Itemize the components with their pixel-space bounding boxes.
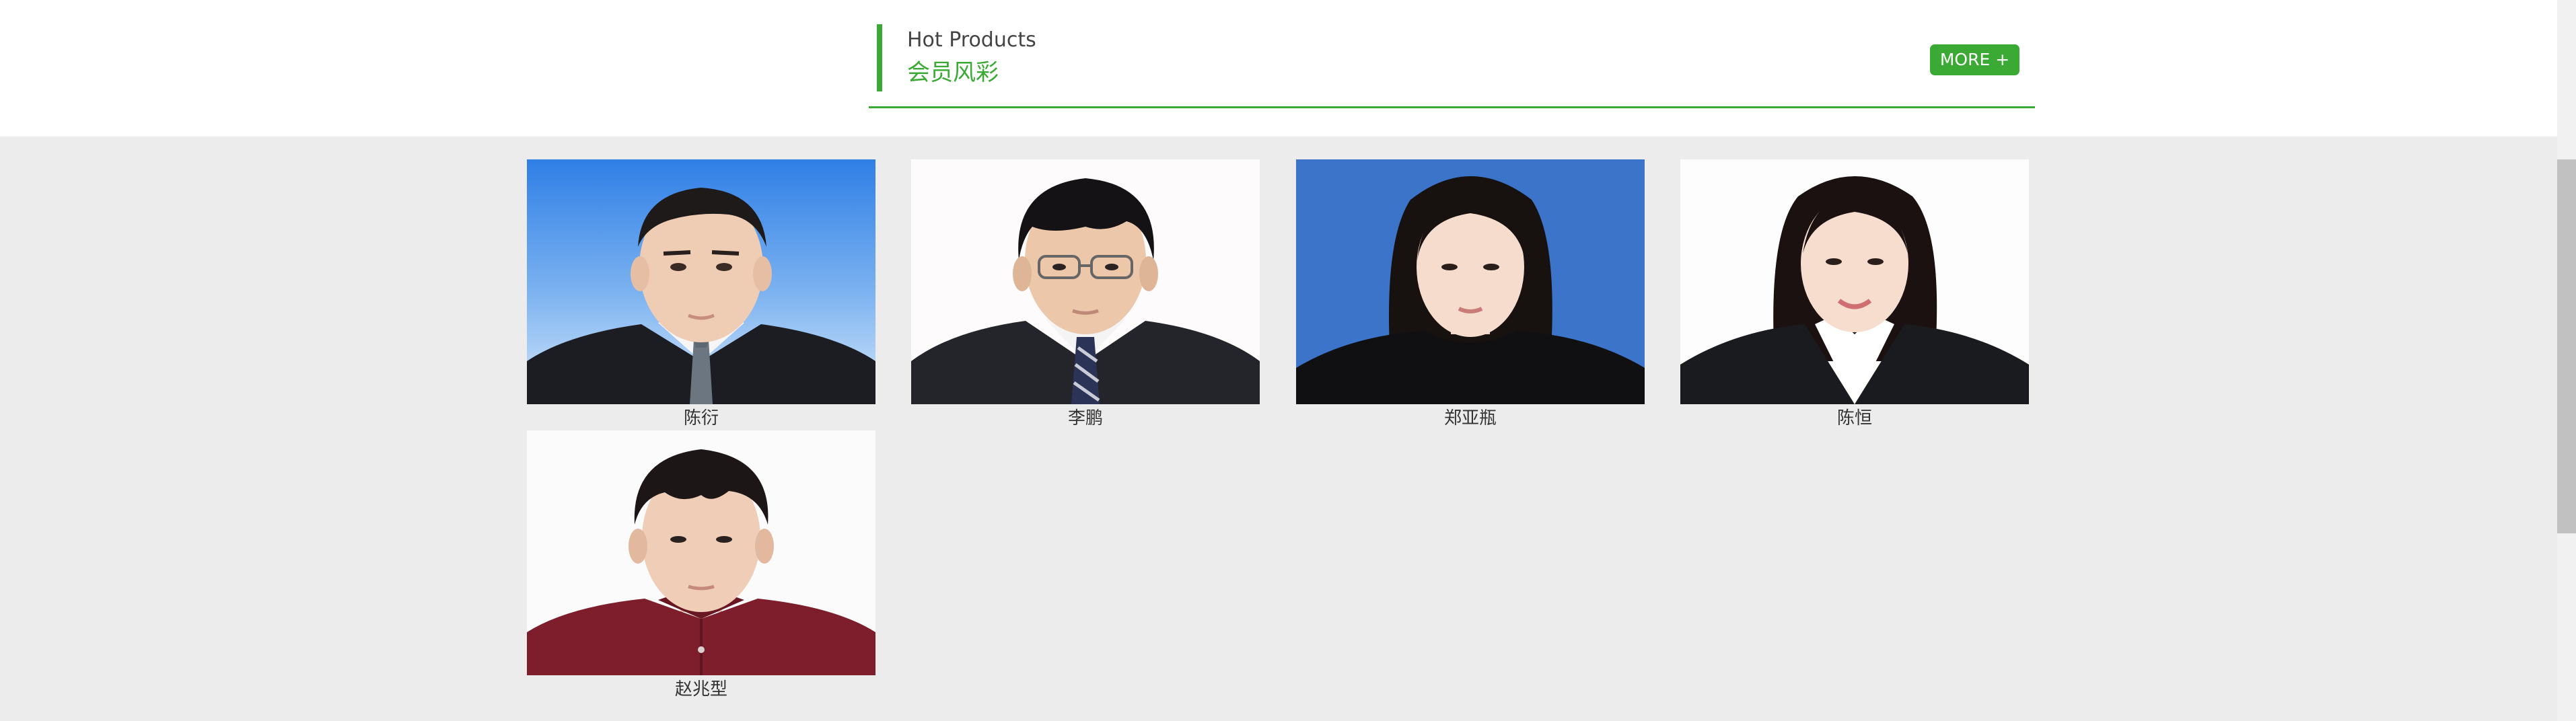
member-gallery: 陈衍 李鹏 郑亚瓶 陈恒 赵兆型 <box>0 137 2557 721</box>
member-name: 李鹏 <box>1067 408 1103 428</box>
section-title-en: Hot Products <box>907 28 1036 52</box>
member-photo[interactable] <box>527 159 875 404</box>
section-header: Hot Products 会员风彩 MORE + <box>0 0 2557 137</box>
member-photo[interactable] <box>911 159 1260 404</box>
member-photo[interactable] <box>1296 159 1645 404</box>
member-card[interactable]: 陈衍 <box>527 159 875 432</box>
member-name: 赵兆型 <box>674 679 727 699</box>
member-photo[interactable] <box>527 430 875 675</box>
member-name: 郑亚瓶 <box>1443 408 1497 428</box>
member-card[interactable]: 陈恒 <box>1680 159 2029 432</box>
member-name: 陈恒 <box>1836 408 1872 428</box>
section-heading: Hot Products 会员风彩 MORE + <box>869 24 2035 108</box>
member-card[interactable]: 郑亚瓶 <box>1296 159 1645 432</box>
member-card[interactable]: 李鹏 <box>911 159 1260 432</box>
member-photo[interactable] <box>1680 159 2029 404</box>
member-name: 陈衍 <box>683 408 719 428</box>
section-title-cn: 会员风彩 <box>907 59 999 86</box>
scrollbar-thumb[interactable] <box>2557 159 2576 533</box>
member-card[interactable]: 赵兆型 <box>527 430 875 704</box>
page: Hot Products 会员风彩 MORE + 陈衍 李鹏 郑亚瓶 陈恒 赵兆… <box>0 0 2576 721</box>
more-button[interactable]: MORE + <box>1930 44 2019 75</box>
vertical-scrollbar[interactable] <box>2557 0 2576 721</box>
accent-bar <box>877 24 882 91</box>
